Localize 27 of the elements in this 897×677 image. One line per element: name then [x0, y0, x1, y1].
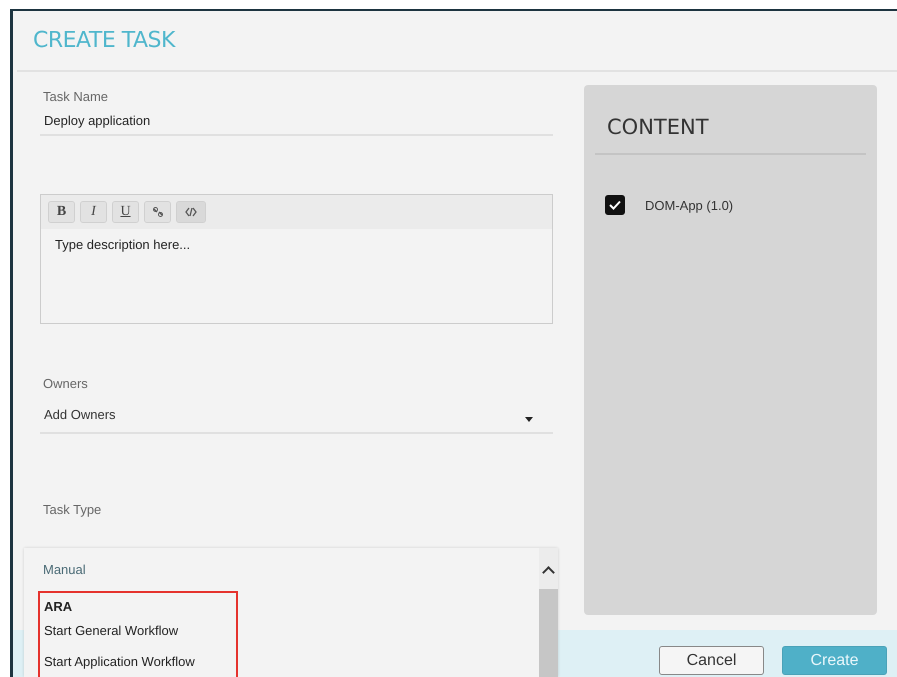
option-group-header: ARA [44, 598, 74, 616]
task-type-dropdown[interactable]: Manual ARA Start General Workflow Start Application Workflow [24, 548, 558, 677]
field-label: Task Name [42, 89, 110, 104]
caret-icon [525, 417, 533, 422]
format-button[interactable]: I [80, 201, 107, 223]
description-editor[interactable]: B I U Type description here... [40, 194, 553, 324]
dropdown-option[interactable]: Start General Workflow [44, 621, 236, 652]
checkbox[interactable] [605, 195, 625, 215]
code-button[interactable] [176, 201, 206, 223]
cancel-button[interactable]: Cancel [659, 646, 764, 675]
scroll-thumb[interactable] [539, 589, 558, 677]
checkmark-icon [609, 200, 621, 210]
link-icon [152, 206, 164, 218]
selected-value: Manual [43, 562, 86, 577]
dropdown-option[interactable]: Start Application Workflow [44, 652, 236, 677]
owners-field[interactable]: Add Owners [40, 401, 553, 434]
field-label: Task Type [42, 502, 102, 517]
field-label: Owners [42, 376, 89, 391]
panel-title: CONTENT [595, 85, 866, 155]
format-button[interactable]: B [48, 201, 75, 223]
link-button[interactable] [144, 201, 171, 223]
content-item: DOM-App (1.0) [645, 198, 734, 212]
format-button[interactable]: U [112, 201, 139, 223]
dialog-title: CREATE TASK [32, 28, 175, 53]
scrollbar[interactable] [539, 548, 558, 677]
task-name-field[interactable]: Deploy application [40, 104, 553, 136]
code-icon [185, 207, 197, 217]
